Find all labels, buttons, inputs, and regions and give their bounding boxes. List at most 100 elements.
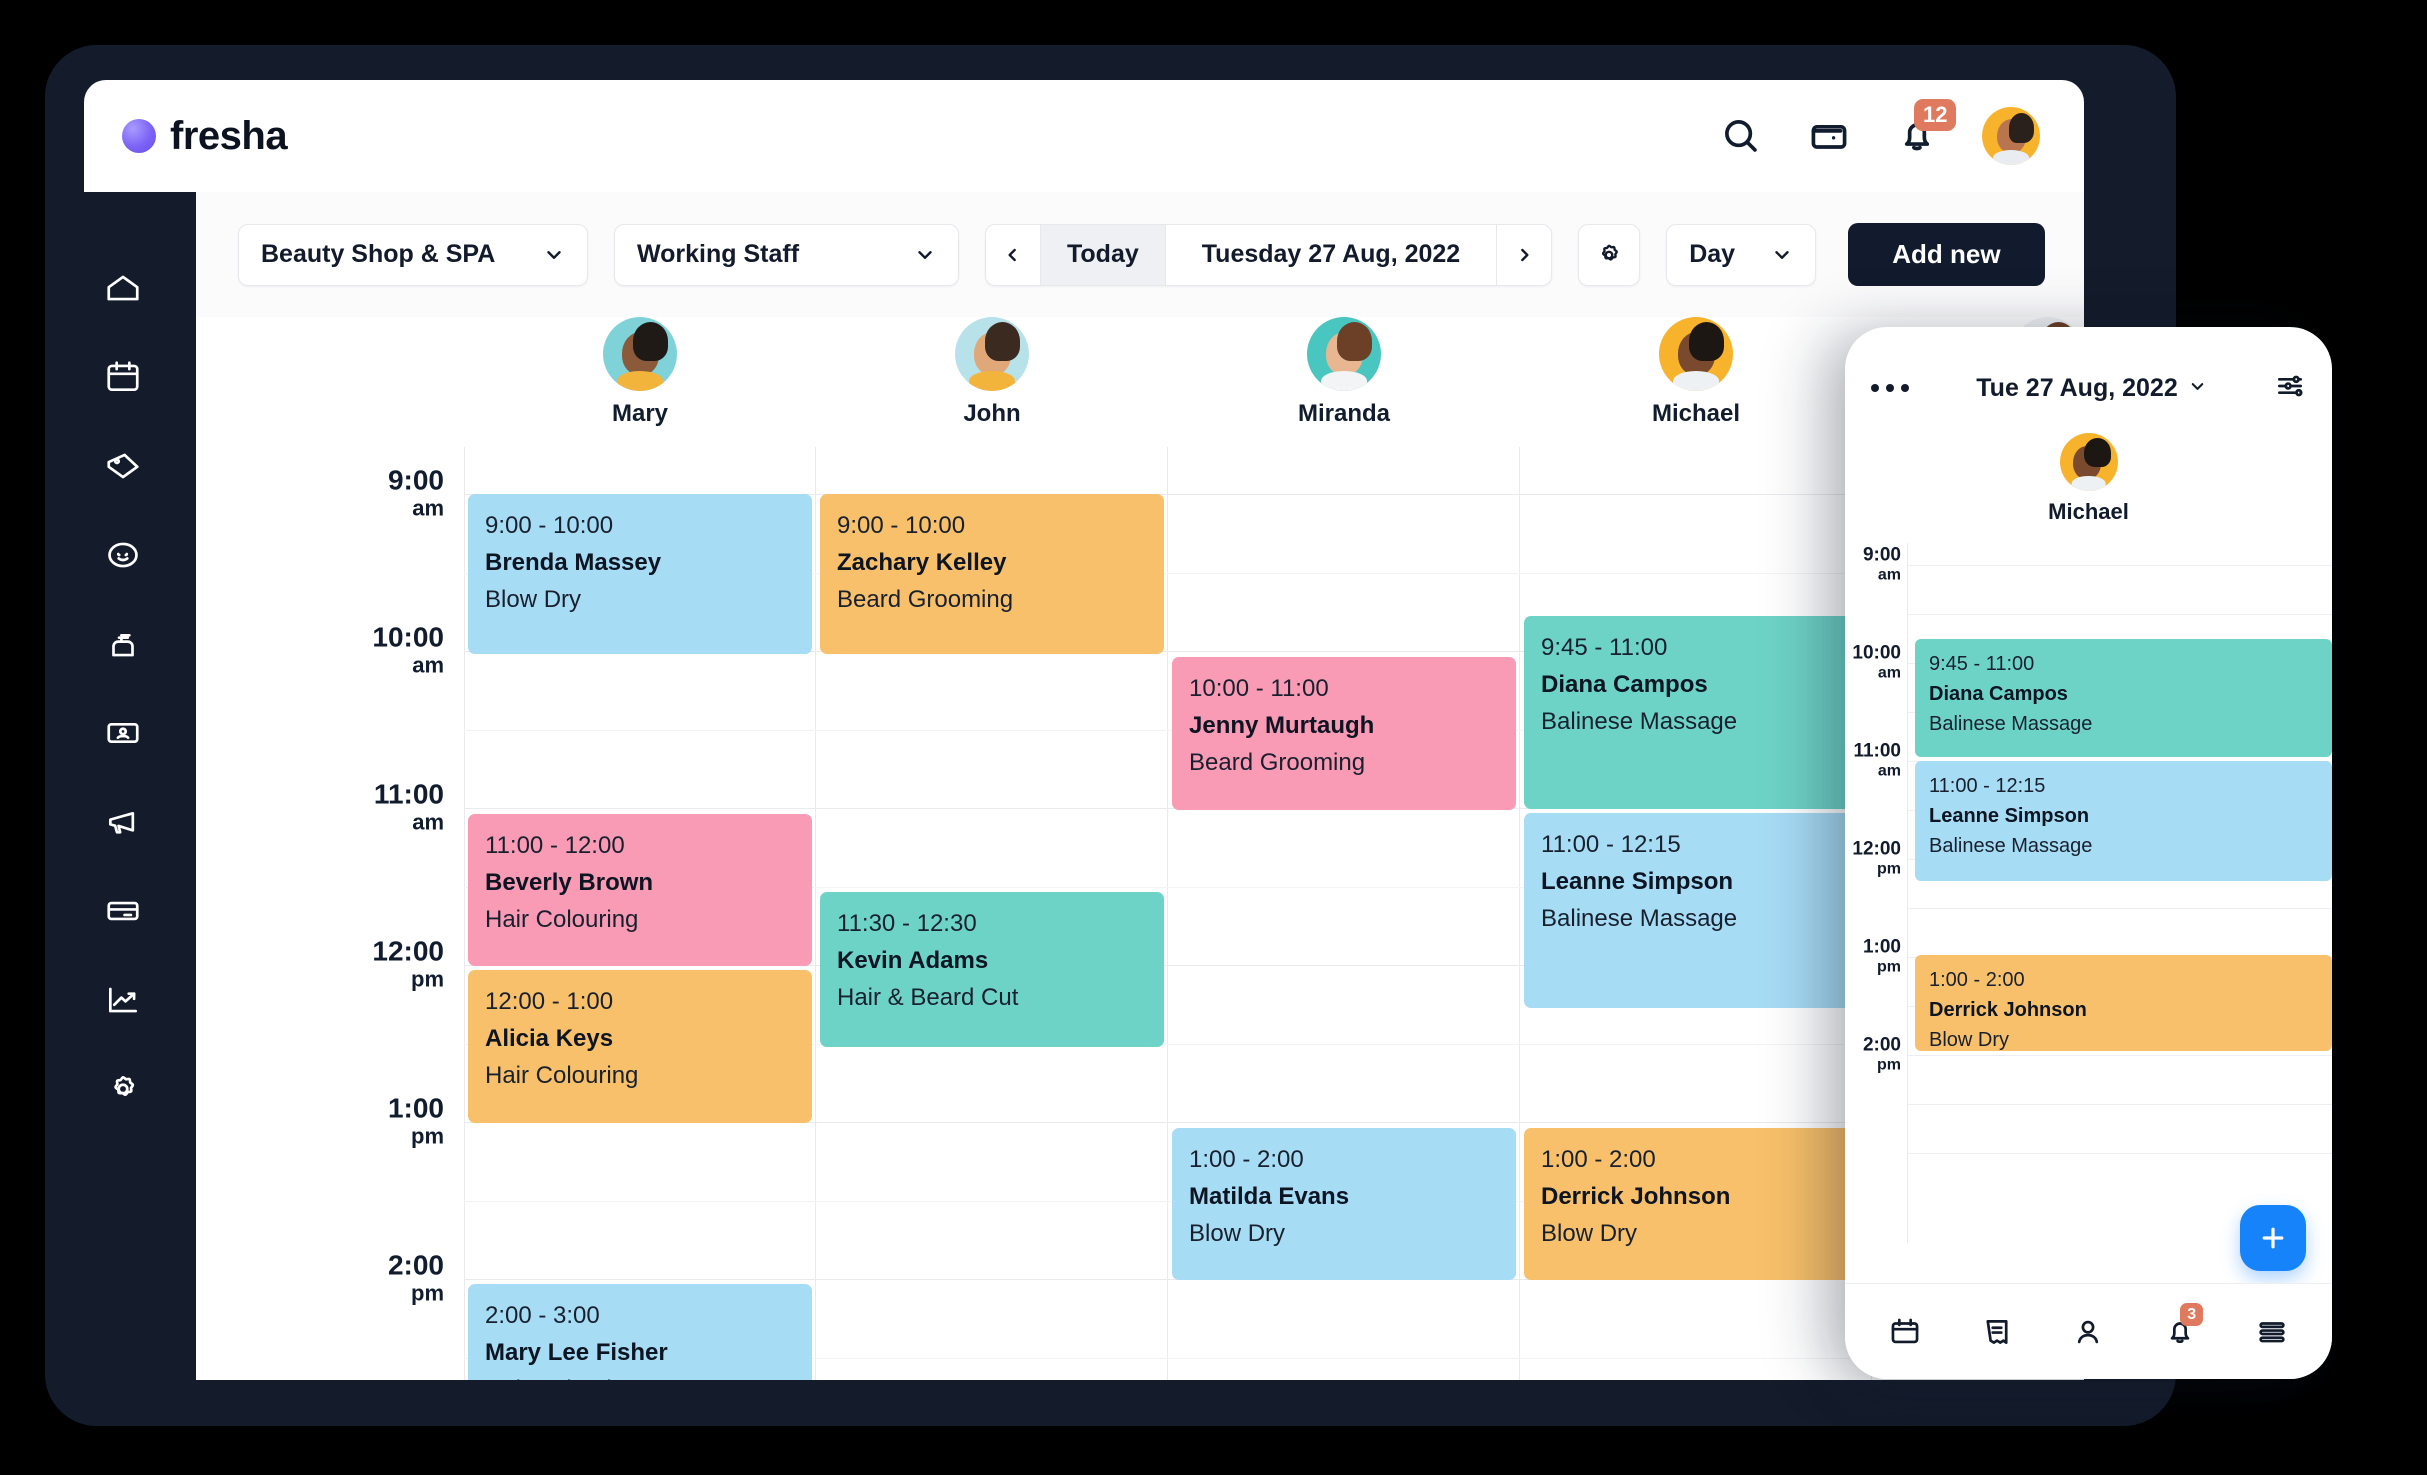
bell-icon[interactable]: 12 bbox=[1894, 99, 1957, 159]
today-button[interactable]: Today bbox=[1040, 224, 1166, 285]
mobile-appointment-block[interactable]: 9:45 - 11:00 Diana Campos Balinese Massage bbox=[1915, 639, 2332, 757]
sidebar-item-payments[interactable] bbox=[95, 883, 151, 939]
mobile-grid-line bbox=[1908, 1153, 2332, 1154]
avatar bbox=[955, 317, 1029, 391]
search-icon[interactable] bbox=[1718, 113, 1764, 159]
appointment-block[interactable]: 11:00 - 12:15 Leanne Simpson Balinese Mass… bbox=[1524, 813, 1868, 1008]
staff-name: Michael bbox=[1651, 400, 1741, 427]
appointment-client: Leanne Simpson bbox=[1929, 805, 2090, 827]
appointment-block[interactable]: 11:00 - 12:00 Beverly Brown Hair Colouring bbox=[468, 814, 812, 966]
appointment-block[interactable]: 10:00 - 11:00 Jenny Murtaugh Beard Groomin… bbox=[1172, 657, 1516, 810]
appointment-block[interactable]: 9:00 - 10:00 Zachary Kelley Beard Grooming bbox=[820, 494, 1164, 654]
time-axis: 9:00 am 10:00 am 11:00 am 12:00 pm 1:00 pm 2:00 pm bbox=[196, 447, 464, 1380]
mobile-appointment-block[interactable]: 1:00 - 2:00 Derrick Johnson Blow Dry bbox=[1915, 955, 2332, 1051]
staff-name: Miranda bbox=[1297, 400, 1390, 427]
sidebar-item-home[interactable] bbox=[95, 260, 151, 316]
mobile-time-label: 11:00 am bbox=[1853, 740, 1901, 780]
sidebar-item-marketing[interactable] bbox=[95, 794, 151, 850]
sidebar-item-products[interactable] bbox=[95, 616, 151, 672]
mobile-grid-line bbox=[1908, 908, 2332, 909]
appointment-client: Kevin Adams bbox=[837, 947, 989, 974]
wallet-icon[interactable] bbox=[1806, 113, 1852, 159]
appointment-block[interactable]: 11:30 - 12:30 Kevin Adams Hair & Beard Cut bbox=[820, 892, 1164, 1047]
mobile-nav-calendar[interactable] bbox=[1888, 1315, 1922, 1349]
mobile-staff-avatar bbox=[2059, 433, 2118, 491]
appointment-block[interactable]: 2:00 - 3:00 Mary Lee Fisher Hair Colouring bbox=[468, 1284, 812, 1380]
mobile-date-selector[interactable]: Tue 27 Aug, 2022 bbox=[1976, 374, 2206, 403]
calendar-settings-button[interactable] bbox=[1578, 223, 1641, 286]
time-label: 1:00 pm bbox=[387, 1092, 444, 1149]
user-avatar[interactable] bbox=[1982, 107, 2040, 165]
mobile-nav-clients[interactable] bbox=[2071, 1315, 2105, 1349]
add-appointment-fab[interactable] bbox=[2240, 1205, 2306, 1271]
staff-column-mary[interactable]: Mary bbox=[464, 317, 816, 447]
sidebar-item-sales[interactable] bbox=[95, 438, 151, 494]
location-select[interactable]: Beauty Shop & SPA bbox=[238, 223, 588, 286]
appointment-service: Balinese Massage bbox=[1541, 905, 1738, 933]
view-mode-value: Day bbox=[1689, 240, 1736, 268]
appointment-service: Balinese Massage bbox=[1541, 708, 1738, 736]
staff-column-miranda[interactable]: Miranda bbox=[1168, 317, 1520, 447]
appointment-time: 9:00 - 10:00 bbox=[837, 512, 966, 539]
appointment-service: Beard Grooming bbox=[837, 586, 1014, 614]
appointment-time: 12:00 - 1:00 bbox=[485, 988, 614, 1015]
notification-badge: 12 bbox=[1914, 99, 1957, 131]
avatar bbox=[1307, 317, 1381, 391]
appointment-time: 11:00 - 12:15 bbox=[1541, 831, 1681, 858]
gear-icon bbox=[1602, 244, 1619, 261]
staff-column-john[interactable]: John bbox=[816, 317, 1168, 447]
staff-column-headers: Mary John Miranda Michael bbox=[464, 317, 2084, 447]
staff-filter-select[interactable]: Working Staff bbox=[614, 223, 959, 286]
mobile-nav-notifications[interactable]: 3 bbox=[2163, 1302, 2204, 1349]
chevron-left-icon[interactable] bbox=[986, 225, 1040, 285]
sidebar-item-reports[interactable] bbox=[95, 972, 151, 1028]
time-label: 12:00 pm bbox=[372, 935, 444, 992]
mobile-nav-menu[interactable] bbox=[2255, 1315, 2289, 1349]
appointment-time: 1:00 - 2:00 bbox=[1541, 1146, 1656, 1173]
appointment-block[interactable]: 1:00 - 2:00 Matilda Evans Blow Dry bbox=[1172, 1128, 1516, 1280]
mobile-staff-name: Michael bbox=[2048, 499, 2129, 524]
mobile-header: Tue 27 Aug, 2022 bbox=[1845, 349, 2332, 427]
current-date-label[interactable]: Tuesday 27 Aug, 2022 bbox=[1166, 224, 1498, 285]
more-dots-icon[interactable] bbox=[1871, 384, 1909, 392]
sidebar-item-clients[interactable] bbox=[95, 527, 151, 583]
appointment-service: Hair Colouring bbox=[485, 1062, 639, 1090]
appointment-time: 10:00 - 11:00 bbox=[1189, 675, 1329, 702]
appointment-block[interactable]: 9:00 - 10:00 Brenda Massey Blow Dry bbox=[468, 494, 812, 654]
mobile-time-label: 2:00 pm bbox=[1862, 1034, 1901, 1074]
appointment-block[interactable]: 1:00 - 2:00 Derrick Johnson Blow Dry bbox=[1524, 1128, 1868, 1280]
chevron-down-icon bbox=[1771, 244, 1793, 266]
chevron-right-icon[interactable] bbox=[1497, 225, 1551, 285]
avatar bbox=[1659, 317, 1733, 391]
sidebar-item-settings[interactable] bbox=[95, 1061, 151, 1117]
chevron-down-icon bbox=[914, 244, 936, 266]
mobile-bottom-nav: 3 bbox=[1845, 1283, 2332, 1379]
mobile-appointment-block[interactable]: 11:00 - 12:15 Leanne Simpson Balinese Mass… bbox=[1915, 761, 2332, 881]
mobile-preview: Tue 27 Aug, 2022 Michael 9:00 am 10:00 am 11… bbox=[1845, 327, 2332, 1379]
mobile-time-label: 9:00 am bbox=[1862, 544, 1901, 584]
mobile-nav-sales[interactable] bbox=[1980, 1315, 2014, 1349]
staff-filter-value: Working Staff bbox=[637, 240, 800, 268]
mobile-time-label: 10:00 am bbox=[1852, 642, 1901, 682]
avatar-face bbox=[1982, 107, 2040, 165]
mobile-notification-badge: 3 bbox=[2180, 1302, 2204, 1327]
fresha-logo-icon bbox=[122, 119, 156, 153]
appointment-block[interactable]: 12:00 - 1:00 Alicia Keys Hair Colouring bbox=[468, 970, 812, 1123]
view-mode-select[interactable]: Day bbox=[1666, 223, 1817, 286]
appointment-service: Blow Dry bbox=[1189, 1220, 1286, 1248]
brand-logo[interactable]: fresha bbox=[122, 114, 288, 159]
mobile-staff-header[interactable]: Michael bbox=[1845, 433, 2332, 525]
appointment-client: Alicia Keys bbox=[485, 1025, 614, 1052]
mobile-grid-line bbox=[1908, 614, 2332, 615]
sliders-icon[interactable] bbox=[2274, 370, 2306, 407]
date-navigator: Today Tuesday 27 Aug, 2022 bbox=[985, 223, 1553, 286]
appointment-time: 9:00 - 10:00 bbox=[485, 512, 614, 539]
appointment-service: Hair Colouring bbox=[485, 906, 639, 934]
sidebar-item-calendar[interactable] bbox=[95, 349, 151, 405]
add-new-button[interactable]: Add new bbox=[1848, 223, 2045, 286]
staff-column-michael[interactable]: Michael bbox=[1520, 317, 1872, 447]
avatar bbox=[603, 317, 677, 391]
appointment-client: Derrick Johnson bbox=[1541, 1183, 1731, 1210]
sidebar-item-team[interactable] bbox=[95, 705, 151, 761]
appointment-block[interactable]: 9:45 - 11:00 Diana Campos Balinese Massage bbox=[1524, 616, 1868, 809]
